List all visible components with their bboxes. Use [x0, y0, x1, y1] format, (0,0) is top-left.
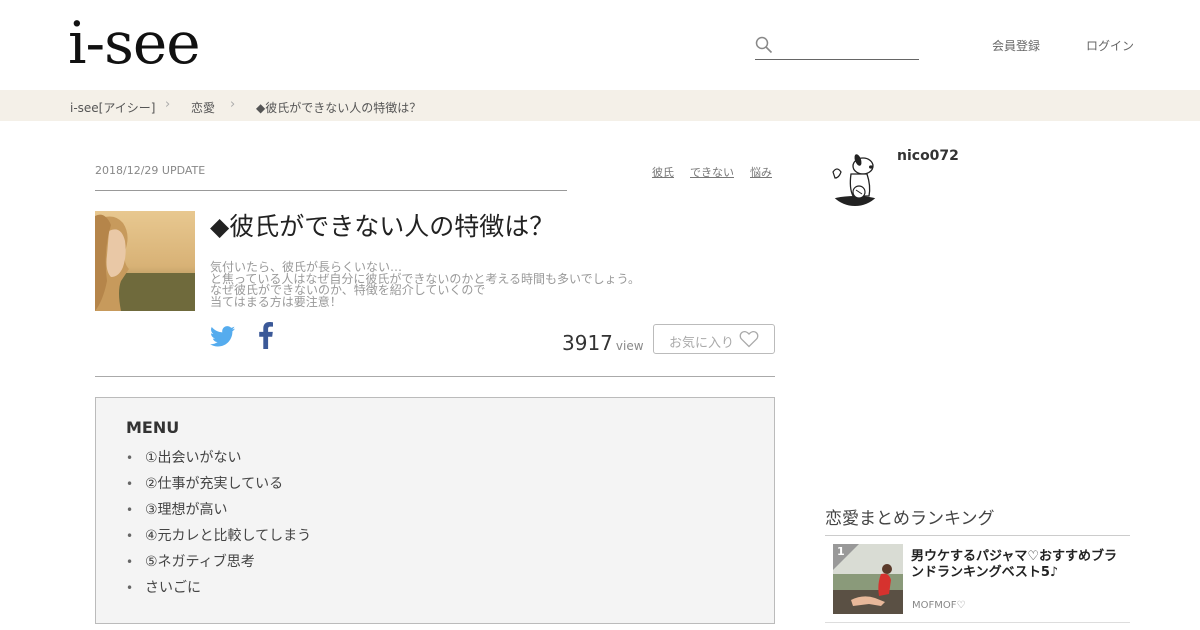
breadcrumb-home[interactable]: i-see[アイシー]	[70, 99, 155, 116]
ranking-thumbnail[interactable]: 1	[833, 544, 903, 614]
login-link[interactable]: ログイン	[1086, 37, 1134, 54]
author-avatar[interactable]	[825, 146, 885, 206]
chevron-right-icon: ›	[165, 97, 171, 112]
divider	[825, 535, 1130, 536]
toc-item[interactable]: ④元カレと比較してしまう	[126, 526, 311, 552]
article-description: 気付いたら、彼氏が長らくいない… と焦っている人はなぜ自分に彼氏ができないのかと…	[210, 261, 640, 309]
ranking-title-link[interactable]: 男ウケするパジャマ♡おすすめブランドランキングベスト5♪	[911, 549, 1126, 581]
table-of-contents: MENU ①出会いがない ②仕事が充実している ③理想が高い ④元カレと比較して…	[95, 397, 775, 624]
favorite-button[interactable]: お気に入り	[653, 324, 775, 354]
toc-list: ①出会いがない ②仕事が充実している ③理想が高い ④元カレと比較してしまう ⑤…	[126, 448, 311, 604]
search-icon[interactable]	[755, 36, 773, 54]
site-logo[interactable]: i-see	[68, 12, 201, 74]
divider	[825, 622, 1130, 623]
description-line: 当てはまる方は要注意！	[210, 294, 342, 309]
toc-item[interactable]: ①出会いがない	[126, 448, 311, 474]
article-thumbnail	[95, 211, 195, 311]
view-count: 3917 view	[562, 331, 644, 355]
tag-link[interactable]: できない	[690, 164, 734, 180]
search-bar[interactable]	[755, 32, 919, 60]
register-link[interactable]: 会員登録	[992, 37, 1040, 54]
view-count-number: 3917	[562, 331, 613, 355]
ranking-heading: 恋愛まとめランキング	[825, 509, 995, 529]
article-title: ◆彼氏ができない人の特徴は？	[210, 212, 555, 241]
breadcrumb: i-see[アイシー] › 恋愛 › ◆彼氏ができない人の特徴は？	[0, 90, 1200, 121]
breadcrumb-category[interactable]: 恋愛	[191, 99, 215, 116]
update-date: 2018/12/29 UPDATE	[95, 164, 206, 177]
twitter-icon[interactable]	[210, 326, 235, 347]
favorite-label: お気に入り	[669, 336, 735, 351]
chevron-right-icon: ›	[230, 97, 236, 112]
toc-item[interactable]: ⑤ネガティブ思考	[126, 552, 311, 578]
breadcrumb-current: ◆彼氏ができない人の特徴は？	[256, 101, 422, 115]
author-name[interactable]: nico072	[897, 148, 959, 164]
search-input[interactable]	[779, 34, 919, 58]
ranking-author: MOFMOF♡	[912, 600, 966, 611]
view-count-unit: view	[615, 339, 644, 353]
tag-link[interactable]: 悩み	[750, 164, 772, 180]
tag-link[interactable]: 彼氏	[652, 164, 674, 180]
divider	[95, 190, 567, 191]
heart-icon	[739, 330, 759, 348]
toc-item[interactable]: ②仕事が充実している	[126, 474, 311, 500]
facebook-icon[interactable]	[259, 322, 273, 349]
rank-number: 1	[837, 545, 845, 558]
toc-item[interactable]: さいごに	[126, 578, 311, 604]
toc-item[interactable]: ③理想が高い	[126, 500, 311, 526]
toc-title: MENU	[126, 418, 180, 437]
divider	[95, 376, 775, 377]
site-header: i-see 会員登録 ログイン	[0, 0, 1200, 90]
